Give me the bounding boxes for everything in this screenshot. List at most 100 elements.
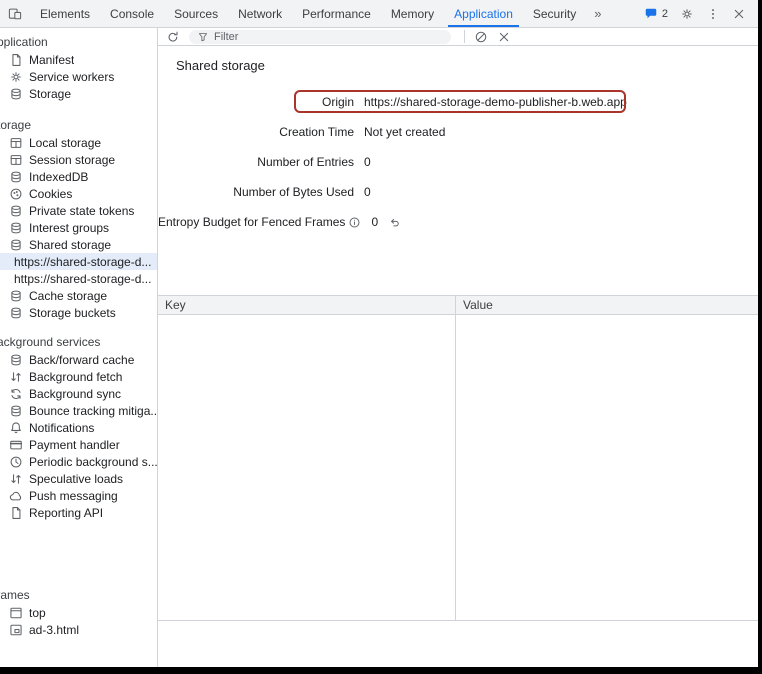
document-icon [9,53,23,67]
tab-memory[interactable]: Memory [385,0,440,27]
meta-row-number-of-bytes-used: Number of Bytes Used 0 [158,177,758,207]
sidebar-item-label: ad-3.html [29,623,79,637]
sidebar-section-frames: Framestopad-3.html [0,587,157,638]
sidebar-item-session-storage[interactable]: Session storage [0,151,157,168]
tab-security[interactable]: Security [527,0,582,27]
sidebar-item-service-workers[interactable]: Service workers [0,68,157,85]
key-column [158,315,456,620]
sidebar-item-label: Periodic background s... [29,455,157,469]
sidebar-item-manifest[interactable]: Manifest [0,51,157,68]
sidebar-item-bounce-tracking-mitiga[interactable]: Bounce tracking mitiga... [0,402,157,419]
tab-performance[interactable]: Performance [296,0,377,27]
sidebar-item-cookies[interactable]: Cookies [0,185,157,202]
meta-label-text: Creation Time [279,125,354,139]
sidebar-item-ad-3-html[interactable]: ad-3.html [0,621,157,638]
database-icon [9,404,23,418]
meta-value: Not yet created [364,125,445,139]
close-devtools-icon[interactable] [732,7,746,21]
sidebar-item-label: Interest groups [29,221,109,235]
cookie-icon [9,187,23,201]
close-panel-icon[interactable] [497,30,511,44]
issues-button[interactable]: 2 [644,7,668,21]
sidebar-item-back-forward-cache[interactable]: Back/forward cache [0,351,157,368]
kebab-menu-icon[interactable] [706,7,720,21]
tab-elements[interactable]: Elements [34,0,96,27]
meta-label: Entropy Budget for Fenced Frames [158,215,361,229]
sidebar-item-https-shared-storage-d[interactable]: https://shared-storage-d... [0,253,157,270]
info-icon[interactable] [348,216,361,229]
sidebar-section-title-application: Application [0,34,157,51]
meta-label-text: Number of Bytes Used [233,185,354,199]
sidebar-item-reporting-api[interactable]: Reporting API [0,504,157,521]
panel-toolbar [158,28,758,46]
delete-all-icon[interactable] [474,30,488,44]
document-icon [9,506,23,520]
sidebar-item-https-shared-storage-d[interactable]: https://shared-storage-d... [0,270,157,287]
device-toolbar-icon[interactable] [0,0,30,27]
meta-row-entropy-budget-for-fenced-frames: Entropy Budget for Fenced Frames0 [158,207,758,237]
sidebar-item-push-messaging[interactable]: Push messaging [0,487,157,504]
filter-input[interactable] [214,31,444,43]
refresh-icon[interactable] [166,30,180,44]
sidebar-item-local-storage[interactable]: Local storage [0,134,157,151]
sidebar-item-label: Cookies [29,187,72,201]
sidebar-item-private-state-tokens[interactable]: Private state tokens [0,202,157,219]
card-icon [9,438,23,452]
tab-console[interactable]: Console [104,0,160,27]
gear-icon [9,70,23,84]
sidebar-item-periodic-background-s[interactable]: Periodic background s... [0,453,157,470]
sidebar-item-cache-storage[interactable]: Cache storage [0,287,157,304]
sidebar-item-label: Storage [29,87,71,101]
sidebar-item-payment-handler[interactable]: Payment handler [0,436,157,453]
sidebar-item-storage-buckets[interactable]: Storage buckets [0,304,157,321]
value-column [456,315,758,620]
sidebar-item-background-sync[interactable]: Background sync [0,385,157,402]
sidebar-item-label: Session storage [29,153,115,167]
sidebar-item-indexeddb[interactable]: IndexedDB [0,168,157,185]
column-header-value: Value [456,296,758,314]
meta-label-text: Number of Entries [257,155,354,169]
sidebar-item-label: Manifest [29,53,74,67]
meta-label: Number of Entries [158,155,354,169]
clock-icon [9,455,23,469]
meta-value: 0 [364,155,371,169]
entries-table-header: Key Value [158,296,758,315]
database-icon [9,87,23,101]
meta-row-creation-time: Creation Time Not yet created [158,117,758,147]
more-tabs-icon[interactable]: » [586,0,609,27]
sidebar-item-speculative-loads[interactable]: Speculative loads [0,470,157,487]
bell-icon [9,421,23,435]
sidebar-item-shared-storage[interactable]: Shared storage [0,236,157,253]
sidebar-section-title-storage: Storage [0,117,157,134]
meta-label: Number of Bytes Used [158,185,354,199]
meta-label-text: Origin [322,95,354,109]
sync-icon [9,387,23,401]
sidebar-item-label: https://shared-storage-d... [14,272,151,286]
reset-budget-icon[interactable] [388,216,401,229]
sidebar-item-interest-groups[interactable]: Interest groups [0,219,157,236]
sidebar-item-label: Background fetch [29,370,122,384]
meta-label: Origin [158,95,354,109]
tab-application[interactable]: Application [448,0,519,27]
database-icon [9,289,23,303]
sidebar-item-storage[interactable]: Storage [0,85,157,102]
cloud-icon [9,489,23,503]
meta-label: Creation Time [158,125,354,139]
sidebar-item-label: Speculative loads [29,472,123,486]
application-sidebar: Application Manifest Service workers Storag… [0,28,158,667]
settings-gear-icon[interactable] [680,7,694,21]
entries-table: Key Value [158,295,758,621]
sidebar-item-notifications[interactable]: Notifications [0,419,157,436]
tab-sources[interactable]: Sources [168,0,224,27]
issues-count: 2 [662,8,668,20]
sidebar-item-background-fetch[interactable]: Background fetch [0,368,157,385]
entries-table-body [158,315,758,620]
sidebar-item-label: Service workers [29,70,114,84]
sidebar-section-background-services: Background servicesBack/forward cacheBac… [0,334,157,521]
sidebar-item-top[interactable]: top [0,604,157,621]
sidebar-item-label: Push messaging [29,489,118,503]
shared-storage-panel: Shared storage Originhttps://shared-stor… [158,28,758,667]
meta-value: 0 [364,185,371,199]
tab-network[interactable]: Network [232,0,288,27]
filter-box [189,30,451,44]
